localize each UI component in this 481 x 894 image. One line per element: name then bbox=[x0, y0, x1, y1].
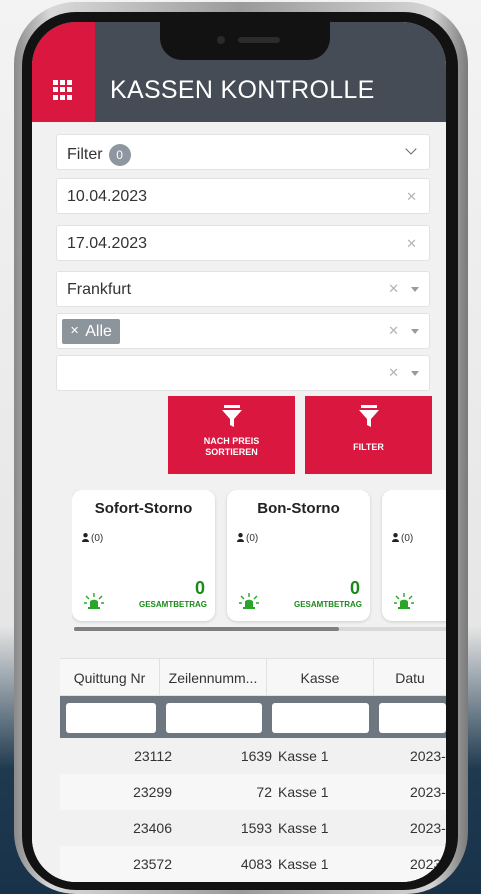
card-users: (0) bbox=[82, 533, 103, 544]
table-row[interactable]: 23406 1593 Kasse 1 2023- bbox=[60, 810, 446, 846]
summary-cards[interactable]: Sofort-Storno (0) 0 GESAMTBETRAG Bon-Sto… bbox=[72, 490, 446, 625]
app-screen: KASSEN KONTROLLE Filter 0 10.04.2023 ✕ 17… bbox=[32, 22, 446, 882]
cell-datum: 2023- bbox=[410, 856, 446, 872]
card-users: (0) bbox=[392, 533, 413, 544]
table-header: Quittung Nr Zeilennumm... Kasse Datu bbox=[60, 658, 446, 697]
filter-input-quittung[interactable] bbox=[66, 703, 156, 733]
caret-down-icon[interactable] bbox=[411, 329, 419, 334]
funnel-icon bbox=[358, 405, 379, 427]
cell-quittung: 23112 bbox=[134, 748, 172, 764]
grid-menu-icon bbox=[53, 80, 73, 100]
table-row[interactable]: 23299 72 Kasse 1 2023- bbox=[60, 774, 446, 810]
filter-input-datum[interactable] bbox=[379, 703, 446, 733]
card-title: Bon-Storno bbox=[257, 500, 340, 517]
kasse-multiselect[interactable]: ✕ Alle ✕ bbox=[56, 313, 430, 349]
kasse-tag[interactable]: ✕ Alle bbox=[62, 319, 120, 344]
filter-button[interactable]: FILTER bbox=[305, 396, 432, 474]
column-header-kasse[interactable]: Kasse bbox=[267, 659, 374, 697]
user-icon bbox=[392, 533, 399, 542]
cell-zeile: 4083 bbox=[240, 856, 272, 872]
card-bon-storno[interactable]: Bon-Storno (0) 0 GESAMTBETRAG bbox=[227, 490, 370, 621]
column-header-zeilennummer[interactable]: Zeilennumm... bbox=[160, 659, 267, 697]
cell-kasse: Kasse 1 bbox=[278, 748, 329, 764]
cell-quittung: 23299 bbox=[133, 784, 172, 800]
clear-icon[interactable]: ✕ bbox=[406, 236, 417, 252]
cell-datum: 2023- bbox=[410, 784, 446, 800]
card-users-count: (0) bbox=[246, 533, 259, 544]
camera-icon bbox=[217, 36, 225, 44]
receipts-table: Quittung Nr Zeilennumm... Kasse Datu 231… bbox=[32, 658, 446, 882]
sort-by-price-button[interactable]: NACH PREIS SORTIEREN bbox=[168, 396, 295, 474]
card-title: Sofort-Storno bbox=[94, 500, 193, 517]
cell-kasse: Kasse 1 bbox=[278, 820, 329, 836]
caret-down-icon[interactable] bbox=[411, 287, 419, 292]
empty-select[interactable]: ✕ bbox=[56, 355, 430, 391]
card-total-label: GESAMTBETRAG bbox=[139, 600, 207, 609]
filter-toggle[interactable]: Filter 0 bbox=[56, 134, 430, 170]
date-to-value: 17.04.2023 bbox=[67, 235, 148, 252]
date-from-value: 10.04.2023 bbox=[67, 188, 148, 205]
filter-label-row: Filter 0 bbox=[67, 144, 131, 166]
alarm-light-icon bbox=[239, 593, 259, 609]
clear-icon[interactable]: ✕ bbox=[388, 365, 399, 381]
cards-scrollbar-thumb[interactable] bbox=[74, 627, 339, 631]
column-header-datum[interactable]: Datu bbox=[374, 659, 446, 697]
user-icon bbox=[82, 533, 89, 542]
filter-input-zeilennummer[interactable] bbox=[166, 703, 262, 733]
table-row[interactable]: 23572 4083 Kasse 1 2023- bbox=[60, 846, 446, 882]
page-title: KASSEN KONTROLLE bbox=[110, 76, 375, 104]
table-row[interactable]: 23112 1639 Kasse 1 2023- bbox=[60, 738, 446, 774]
clear-icon[interactable]: ✕ bbox=[388, 281, 399, 297]
filter-count-badge: 0 bbox=[108, 144, 131, 166]
cell-datum: 2023- bbox=[410, 820, 446, 836]
card-total: 0 bbox=[349, 578, 360, 598]
phone-notch bbox=[160, 22, 330, 60]
cell-zeile: 72 bbox=[256, 784, 272, 800]
sort-label-line2: SORTIEREN bbox=[205, 447, 258, 457]
clear-icon[interactable]: ✕ bbox=[406, 189, 417, 205]
date-to-field[interactable]: 17.04.2023 ✕ bbox=[56, 225, 430, 261]
card-third[interactable]: (0) bbox=[382, 490, 446, 621]
cell-quittung: 23572 bbox=[133, 856, 172, 872]
funnel-icon bbox=[221, 405, 242, 427]
user-icon bbox=[237, 533, 244, 542]
alarm-light-icon bbox=[394, 593, 414, 609]
filter-label: Filter bbox=[67, 146, 103, 164]
cell-kasse: Kasse 1 bbox=[278, 856, 329, 872]
location-value: Frankfurt bbox=[67, 281, 132, 298]
table-filter-row bbox=[60, 696, 446, 738]
tag-remove-icon: ✕ bbox=[70, 325, 80, 337]
filter-input-kasse[interactable] bbox=[272, 703, 369, 733]
card-users-count: (0) bbox=[91, 533, 104, 544]
cell-kasse: Kasse 1 bbox=[278, 784, 329, 800]
card-total: 0 bbox=[194, 578, 205, 598]
menu-button[interactable] bbox=[32, 22, 95, 122]
speaker-icon bbox=[238, 37, 280, 43]
date-from-field[interactable]: 10.04.2023 ✕ bbox=[56, 178, 430, 214]
chevron-down-icon bbox=[405, 143, 417, 155]
cell-quittung: 23406 bbox=[133, 820, 172, 836]
caret-down-icon[interactable] bbox=[411, 371, 419, 376]
location-select[interactable]: Frankfurt ✕ bbox=[56, 271, 430, 307]
filter-button-label: FILTER bbox=[353, 442, 384, 452]
clear-icon[interactable]: ✕ bbox=[388, 323, 399, 339]
column-header-quittung[interactable]: Quittung Nr bbox=[60, 659, 160, 697]
cell-zeile: 1639 bbox=[240, 748, 272, 764]
card-sofort-storno[interactable]: Sofort-Storno (0) 0 GESAMTBETRAG bbox=[72, 490, 215, 621]
card-total-label: GESAMTBETRAG bbox=[294, 600, 362, 609]
card-users-count: (0) bbox=[401, 533, 414, 544]
cell-datum: 2023- bbox=[410, 748, 446, 764]
kasse-tag-label: Alle bbox=[85, 323, 112, 340]
sort-label-line1: NACH PREIS bbox=[203, 436, 260, 446]
card-users: (0) bbox=[237, 533, 258, 544]
alarm-light-icon bbox=[84, 593, 104, 609]
main-content: Filter 0 10.04.2023 ✕ 17.04.2023 ✕ Frankf… bbox=[32, 122, 446, 882]
cell-zeile: 1593 bbox=[240, 820, 272, 836]
